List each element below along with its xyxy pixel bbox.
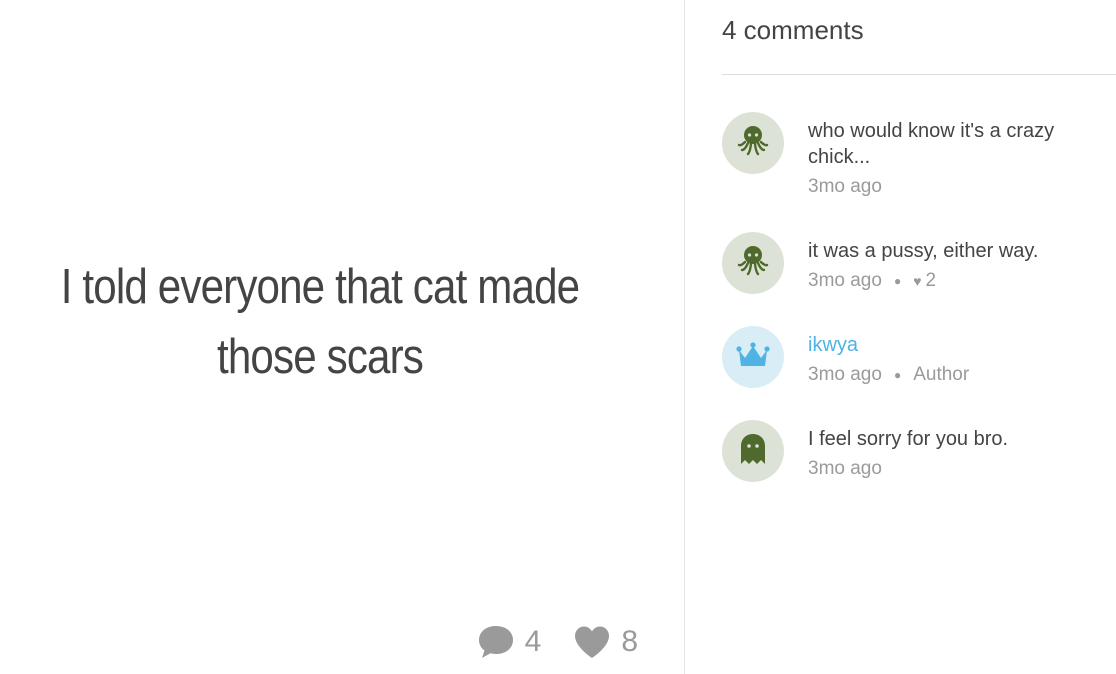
avatar[interactable] xyxy=(722,420,784,482)
comments-panel: 4 comments who would know it's a crazy c… xyxy=(722,0,1116,674)
comment-likes: 2 xyxy=(925,270,937,291)
comment-author-link[interactable]: ikwya xyxy=(808,332,1108,358)
comment-body: it was a pussy, either way. 3mo ago ● ♥ … xyxy=(808,238,1108,292)
comment-body: ikwya 3mo ago ● Author xyxy=(808,332,1108,386)
author-badge: Author xyxy=(913,364,970,385)
comment-time: 3mo ago xyxy=(808,364,882,385)
comment-time: 3mo ago xyxy=(808,176,882,197)
comment-meta: 3mo ago xyxy=(808,176,1108,198)
comment-meta: 3mo ago ● Author xyxy=(808,364,1108,386)
comment-text: I feel sorry for you bro. xyxy=(808,428,1009,450)
post-panel: I told everyone that cat made those scar… xyxy=(0,0,684,674)
post-text: I told everyone that cat made those scar… xyxy=(60,260,580,384)
octopus-icon xyxy=(735,243,771,284)
ghost-icon xyxy=(738,432,768,471)
page: I told everyone that cat made those scar… xyxy=(0,0,1116,674)
comment-meta: 3mo ago xyxy=(808,458,1108,480)
comments-header: 4 comments xyxy=(722,15,864,45)
comments-stat-button[interactable]: 4 xyxy=(477,624,542,660)
octopus-icon xyxy=(735,123,771,164)
avatar[interactable] xyxy=(722,326,784,388)
avatar[interactable] xyxy=(722,232,784,294)
comment-text: who would know it's a crazy chick... xyxy=(808,120,1055,168)
separator-dot: ● xyxy=(893,368,902,382)
separator-dot: ● xyxy=(893,274,902,288)
like-button[interactable]: 8 xyxy=(573,625,638,659)
heart-icon xyxy=(573,625,611,659)
panel-divider xyxy=(684,0,685,674)
header-divider xyxy=(722,74,1116,75)
comment-time: 3mo ago xyxy=(808,458,882,479)
comments-count: 4 xyxy=(524,625,542,658)
comment-time: 3mo ago xyxy=(808,270,882,291)
heart-icon: ♥ xyxy=(913,273,922,289)
comment-body: I feel sorry for you bro. 3mo ago xyxy=(808,426,1108,480)
comment-text: it was a pussy, either way. xyxy=(808,240,1039,262)
likes-count: 8 xyxy=(621,625,638,658)
comment-meta: 3mo ago ● ♥ 2 xyxy=(808,270,1108,292)
avatar[interactable] xyxy=(722,112,784,174)
speech-bubble-icon xyxy=(477,624,515,660)
crown-icon xyxy=(735,340,771,375)
post-stats: 4 8 xyxy=(445,624,638,660)
comment-body: who would know it's a crazy chick... 3mo… xyxy=(808,118,1108,198)
